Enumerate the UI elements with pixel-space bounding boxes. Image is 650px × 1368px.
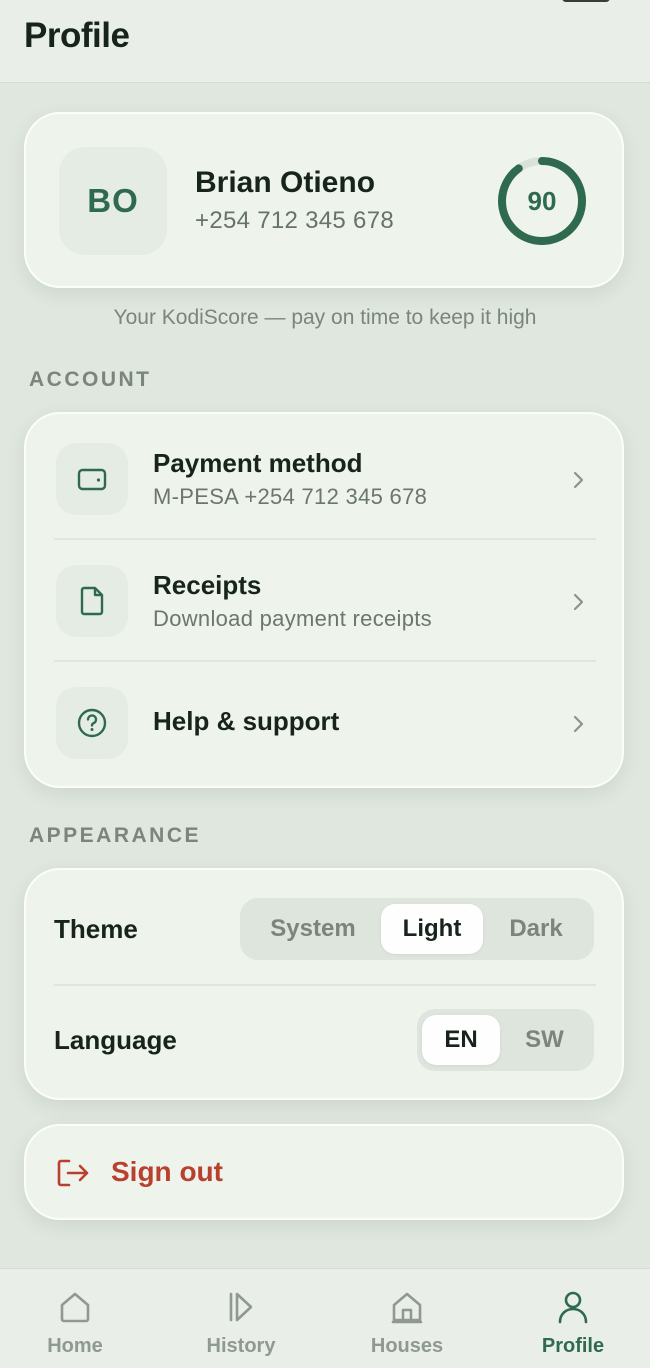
sign-out-button[interactable]: Sign out — [24, 1124, 624, 1220]
history-icon — [229, 1292, 253, 1322]
tab-profile[interactable]: Profile — [508, 1269, 638, 1368]
bottom-tab-bar: Home History Houses Profile — [0, 1268, 650, 1368]
language-label: Language — [54, 1025, 177, 1055]
divider — [54, 984, 596, 986]
language-option-en[interactable]: EN — [422, 1015, 500, 1065]
home-icon — [60, 1292, 90, 1323]
score-caption: Your KodiScore — pay on time to keep it … — [113, 306, 537, 329]
section-label-appearance: APPEARANCE — [29, 824, 202, 847]
tab-label-history: History — [206, 1335, 276, 1357]
profile-card: BO Brian Otieno +254 712 345 678 90 — [24, 112, 624, 288]
document-icon — [56, 565, 128, 637]
section-label-account: ACCOUNT — [29, 368, 152, 391]
tab-label-home: Home — [47, 1335, 103, 1357]
appearance-card: Theme System Light Dark Language EN SW — [24, 868, 624, 1100]
tab-home[interactable]: Home — [10, 1269, 140, 1368]
payment-method-subtitle: M-PESA +254 712 345 678 — [153, 484, 428, 509]
page-title: Profile — [24, 16, 130, 55]
status-indicator — [562, 0, 610, 2]
sign-out-label: Sign out — [111, 1156, 223, 1187]
user-phone: +254 712 345 678 — [195, 207, 394, 234]
receipts-subtitle: Download payment receipts — [153, 606, 432, 631]
avatar: BO — [59, 147, 167, 255]
payment-method-title: Payment method — [153, 448, 363, 478]
wallet-icon — [56, 443, 128, 515]
top-bar: Profile — [0, 0, 650, 83]
house-icon — [391, 1292, 423, 1324]
kodiscore-value: 90 — [527, 185, 557, 216]
payment-method-row[interactable]: Payment method M-PESA +254 712 345 678 — [26, 414, 622, 536]
receipts-title: Receipts — [153, 570, 262, 600]
chevron-right-icon — [573, 715, 584, 733]
account-card: Payment method M-PESA +254 712 345 678 R… — [24, 412, 624, 788]
user-name: Brian Otieno — [195, 166, 376, 199]
chevron-right-icon — [573, 471, 584, 489]
language-option-sw[interactable]: SW — [500, 1015, 589, 1065]
tab-label-houses: Houses — [370, 1335, 444, 1357]
theme-label: Theme — [54, 914, 138, 944]
theme-option-light[interactable]: Light — [381, 904, 483, 954]
chevron-right-icon — [573, 593, 584, 611]
theme-option-system[interactable]: System — [245, 904, 381, 954]
tab-houses[interactable]: Houses — [342, 1269, 472, 1368]
theme-option-dark[interactable]: Dark — [483, 904, 589, 954]
tab-label-profile: Profile — [541, 1335, 605, 1357]
help-support-title: Help & support — [153, 706, 340, 736]
logout-icon — [57, 1159, 89, 1187]
help-circle-icon — [56, 687, 128, 759]
help-support-row[interactable]: Help & support — [26, 660, 622, 782]
tab-history[interactable]: History — [176, 1269, 306, 1368]
receipts-row[interactable]: Receipts Download payment receipts — [26, 538, 622, 660]
theme-selector: System Light Dark — [240, 898, 594, 960]
language-selector: EN SW — [417, 1009, 594, 1071]
person-icon — [558, 1291, 588, 1324]
